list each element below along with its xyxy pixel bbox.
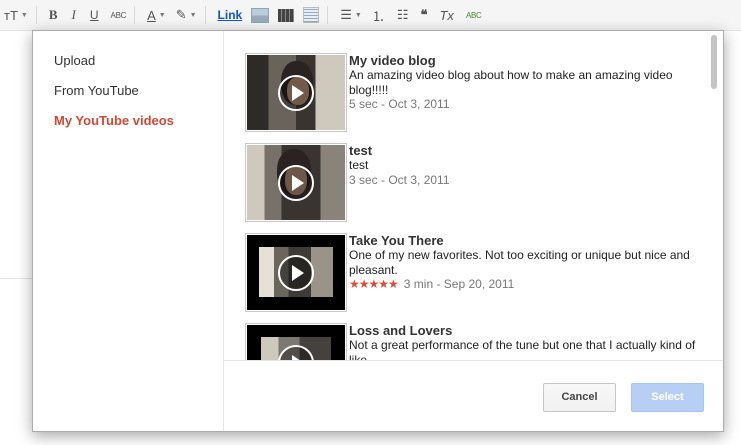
play-icon	[278, 255, 314, 291]
play-icon	[278, 75, 314, 111]
remove-formatting-button[interactable]: Tx	[439, 4, 453, 26]
video-thumbnail[interactable]	[245, 53, 347, 132]
video-list-scrollbar[interactable]	[711, 35, 717, 89]
nav-upload[interactable]: Upload	[54, 53, 95, 68]
cancel-button[interactable]: Cancel	[543, 383, 616, 412]
bulleted-list-icon: ☷	[396, 7, 409, 22]
numbered-list-button[interactable]: ⒈	[372, 4, 385, 26]
video-thumbnail[interactable]	[245, 143, 347, 222]
spellcheck-icon: ABC	[465, 10, 482, 20]
italic-button[interactable]: I	[72, 4, 76, 26]
spellcheck-button[interactable]: ABC	[466, 4, 482, 26]
video-list[interactable]: My video blog An amazing video blog abou…	[224, 31, 723, 361]
video-rating-and-meta: ★★★★★ 3 min - Sep 20, 2011	[349, 277, 514, 291]
remove-formatting-icon: Tx	[439, 7, 454, 23]
rating-stars-icon: ★★★★★	[349, 277, 399, 291]
align-left-icon: ☰	[340, 7, 352, 22]
video-description: test	[349, 158, 369, 172]
link-button[interactable]: Link	[218, 4, 243, 26]
highlight-color-button[interactable]: ✎ ▼	[176, 4, 197, 26]
chevron-down-icon: ▼	[158, 11, 166, 19]
video-title: My video blog	[349, 53, 436, 68]
video-thumbnail[interactable]	[245, 323, 347, 361]
toolbar-divider	[134, 6, 136, 24]
highlighter-icon: ✎	[175, 7, 187, 22]
toolbar-divider	[35, 6, 37, 24]
text-color-icon: A	[147, 7, 156, 23]
underline-icon: U	[89, 8, 99, 22]
chevron-down-icon: ▼	[354, 11, 362, 19]
video-description: One of my new favorites. Not too excitin…	[349, 248, 690, 277]
video-title: Loss and Lovers	[349, 323, 453, 338]
insert-image-button[interactable]	[251, 4, 270, 26]
quote-icon: ❝	[420, 7, 428, 22]
video-title: test	[349, 143, 373, 158]
video-description: An amazing video blog about how to make …	[349, 68, 673, 97]
jump-break-icon	[303, 7, 320, 23]
underline-button[interactable]: U	[90, 4, 99, 26]
nav-from-youtube[interactable]: From YouTube	[54, 83, 139, 98]
bold-icon: B	[48, 7, 58, 22]
play-icon	[278, 165, 314, 201]
alignment-button[interactable]: ☰ ▼	[340, 4, 362, 26]
insert-video-button[interactable]	[278, 4, 295, 26]
font-size-button[interactable]: тT ▼	[4, 4, 28, 26]
bold-button[interactable]: B	[49, 4, 58, 26]
video-thumbnail[interactable]	[245, 233, 347, 312]
insert-video-dialog: Upload From YouTube My YouTube videos My…	[32, 30, 724, 432]
bulleted-list-button[interactable]: ☷	[397, 4, 409, 26]
video-meta: 3 min - Sep 20, 2011	[403, 277, 515, 291]
dialog-sidebar: Upload From YouTube My YouTube videos	[33, 31, 224, 431]
image-icon	[251, 7, 270, 23]
jump-break-button[interactable]	[303, 4, 320, 26]
video-title: Take You There	[349, 233, 444, 248]
text-color-button[interactable]: A ▼	[147, 4, 166, 26]
numbered-list-icon: ⒈	[371, 8, 385, 24]
chevron-down-icon: ▼	[189, 11, 197, 19]
editor-toolbar: тT ▼ B I U ABC A ▼ ✎ ▼ Link ☰ ▼ ⒈ ☷ ❝ Tx…	[0, 0, 741, 31]
font-size-icon: тT	[4, 7, 18, 23]
video-item[interactable]: My video blog An amazing video blog abou…	[245, 53, 705, 133]
video-meta: 5 sec - Oct 3, 2011	[349, 97, 450, 111]
italic-icon: I	[71, 7, 76, 22]
video-description: Not a great performance of the tune but …	[349, 338, 696, 361]
strikethrough-icon: ABC	[110, 10, 127, 20]
strikethrough-button[interactable]: ABC	[111, 4, 127, 26]
video-item[interactable]: Loss and Lovers Not a great performance …	[245, 323, 705, 361]
nav-my-youtube-videos[interactable]: My YouTube videos	[54, 113, 174, 128]
video-item[interactable]: Take You There One of my new favorites. …	[245, 233, 705, 313]
quote-button[interactable]: ❝	[420, 4, 427, 26]
select-button[interactable]: Select	[631, 383, 704, 412]
link-label: Link	[217, 8, 243, 22]
video-icon	[278, 8, 295, 22]
video-item[interactable]: test test 3 sec - Oct 3, 2011	[245, 143, 705, 223]
dialog-footer: Cancel Select	[224, 360, 723, 432]
toolbar-divider	[204, 6, 206, 24]
toolbar-divider	[327, 6, 329, 24]
video-meta: 3 sec - Oct 3, 2011	[349, 173, 450, 187]
chevron-down-icon: ▼	[20, 11, 28, 19]
